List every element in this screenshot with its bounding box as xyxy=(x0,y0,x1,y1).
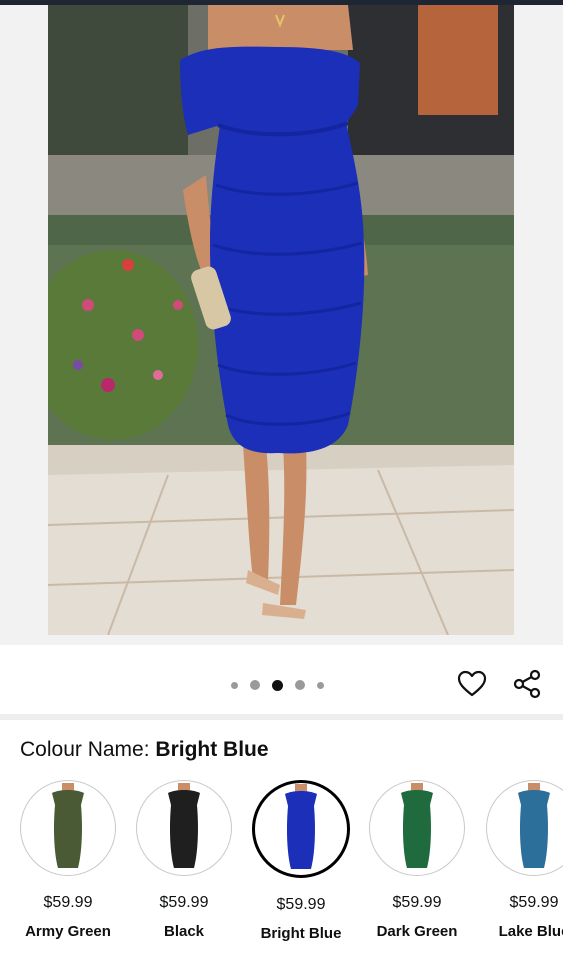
share-icon xyxy=(513,669,541,699)
swatch-price: $59.99 xyxy=(392,894,442,911)
swatch-name: Army Green xyxy=(25,923,111,940)
swatch-price: $59.99 xyxy=(276,896,326,913)
swatch-price: $59.99 xyxy=(509,894,559,911)
dress-thumbnail-icon xyxy=(52,783,84,868)
product-photo[interactable] xyxy=(48,5,514,635)
swatch-army-green[interactable]: $59.99 Army Green xyxy=(18,780,118,940)
pagination-dot[interactable] xyxy=(295,680,305,690)
dress-thumbnail-icon xyxy=(285,784,317,869)
swatch-lake-blue[interactable]: $59.99 Lake Blue xyxy=(484,780,563,940)
swatch-thumbnail[interactable] xyxy=(486,780,563,876)
wishlist-button[interactable] xyxy=(455,667,489,701)
product-image-gallery[interactable] xyxy=(0,5,563,645)
swatch-black[interactable]: $59.99 Black xyxy=(134,780,234,940)
swatch-thumbnail[interactable] xyxy=(369,780,465,876)
colour-swatch-list[interactable]: $59.99 Army Green $59.99 Black $59.99 Br… xyxy=(0,780,563,960)
pagination-dot[interactable] xyxy=(231,681,238,689)
swatch-thumbnail-selected[interactable] xyxy=(252,780,350,878)
swatch-name: Black xyxy=(163,923,205,940)
swatch-name: Dark Green xyxy=(376,923,458,940)
dress-thumbnail-icon xyxy=(401,783,433,868)
swatch-name: Bright Blue xyxy=(260,925,342,942)
swatch-name: Lake Blue xyxy=(498,923,563,940)
swatch-thumbnail[interactable] xyxy=(20,780,116,876)
swatch-price: $59.99 xyxy=(159,894,209,911)
dress-thumbnail-icon xyxy=(168,783,200,868)
pagination-dot-active[interactable] xyxy=(272,679,283,691)
swatch-bright-blue[interactable]: $59.99 Bright Blue xyxy=(251,780,351,942)
colour-name-heading: Colour Name: Bright Blue xyxy=(20,738,269,762)
heart-icon xyxy=(457,670,487,697)
share-button[interactable] xyxy=(510,667,544,701)
colour-name-value: Bright Blue xyxy=(155,738,269,761)
pagination-dot[interactable] xyxy=(250,680,260,690)
swatch-dark-green[interactable]: $59.99 Dark Green xyxy=(367,780,467,940)
colour-name-label: Colour Name: xyxy=(20,738,150,761)
swatch-thumbnail[interactable] xyxy=(136,780,232,876)
pagination-dot[interactable] xyxy=(317,681,324,689)
gallery-pagination[interactable] xyxy=(231,679,324,691)
section-divider xyxy=(0,714,563,720)
swatch-price: $59.99 xyxy=(43,894,93,911)
dress-thumbnail-icon xyxy=(518,783,550,868)
